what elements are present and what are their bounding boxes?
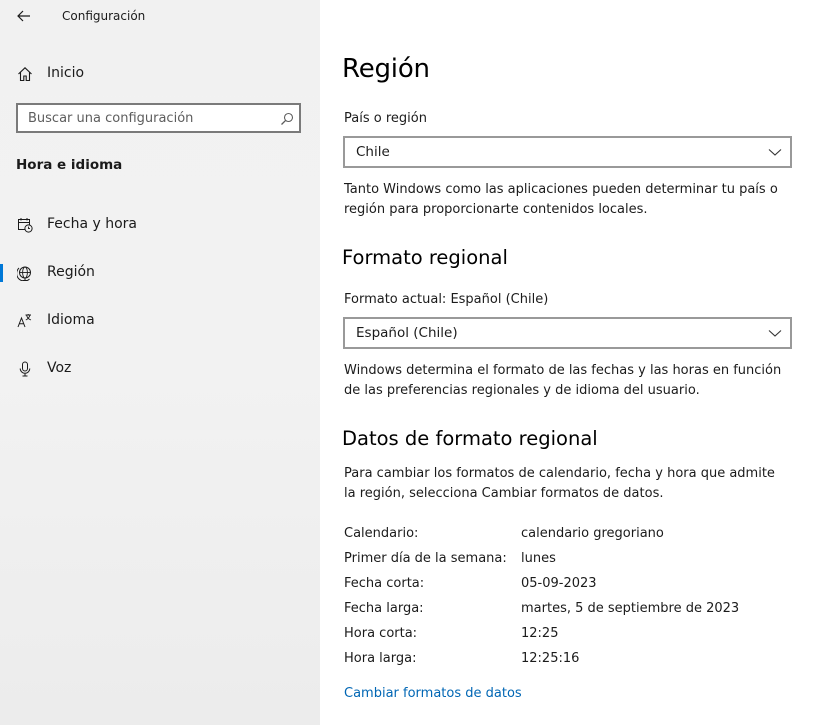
regional-format-heading: Formato regional: [342, 246, 508, 269]
format-data-value: calendario gregoriano: [521, 526, 664, 541]
country-description: Tanto Windows como las aplicaciones pued…: [344, 182, 778, 217]
sidebar-item-label: Voz: [47, 360, 72, 376]
microphone-icon: [17, 361, 33, 377]
format-data-row: Primer día de la semana: lunes: [344, 551, 804, 573]
back-button[interactable]: [10, 4, 38, 28]
format-data-key: Fecha larga:: [344, 601, 424, 616]
format-data-value: 12:25: [521, 626, 559, 641]
app-title: Configuración: [62, 9, 146, 23]
sidebar-item-fecha-y-hora[interactable]: Fecha y hora: [0, 205, 320, 245]
chevron-down-icon: [768, 330, 782, 337]
sidebar-item-label: Región: [47, 264, 95, 280]
format-data-value: 12:25:16: [521, 651, 580, 666]
sidebar-item-label: Fecha y hora: [47, 216, 138, 232]
format-data-key: Primer día de la semana:: [344, 551, 507, 566]
format-data-value: lunes: [521, 551, 556, 566]
globe-icon: [17, 265, 33, 281]
sidebar: Configuración Inicio Hora e idioma: [0, 0, 320, 725]
country-dropdown[interactable]: Chile: [343, 136, 792, 168]
search-input[interactable]: [18, 105, 278, 131]
sidebar-item-voz[interactable]: Voz: [0, 349, 320, 389]
back-arrow-icon: [17, 10, 30, 22]
country-label: País o región: [344, 111, 427, 126]
format-data-key: Calendario:: [344, 526, 419, 541]
format-data-key: Hora corta:: [344, 626, 418, 641]
change-data-formats-link[interactable]: Cambiar formatos de datos: [344, 686, 522, 701]
home-icon: [17, 66, 33, 82]
sidebar-item-idioma[interactable]: Idioma: [0, 301, 320, 341]
regional-format-dropdown[interactable]: Español (Chile): [343, 317, 792, 349]
sidebar-item-label: Idioma: [47, 312, 95, 328]
format-data-row: Calendario: calendario gregoriano: [344, 526, 804, 548]
sidebar-item-region[interactable]: Región: [0, 253, 320, 293]
format-data-heading: Datos de formato regional: [342, 427, 598, 450]
language-icon: [17, 313, 33, 329]
country-dropdown-value: Chile: [356, 144, 390, 160]
calendar-clock-icon: [17, 217, 33, 233]
current-format-label: Formato actual: Español (Chile): [344, 292, 549, 307]
page-title: Región: [342, 54, 430, 84]
chevron-down-icon: [768, 149, 782, 156]
title-bar: Configuración: [0, 0, 320, 34]
format-data-row: Fecha corta: 05-09-2023: [344, 576, 804, 598]
format-data-key: Fecha corta:: [344, 576, 425, 591]
main-content: Región País o región Chile Tanto Windows…: [320, 0, 818, 725]
nav-home[interactable]: Inicio: [0, 56, 320, 92]
format-data-key: Hora larga:: [344, 651, 417, 666]
format-data-row: Hora larga: 12:25:16: [344, 651, 804, 673]
search-icon[interactable]: [280, 111, 294, 125]
search-box: [16, 103, 301, 133]
regional-format-description: Windows determina el formato de las fech…: [344, 363, 782, 398]
format-data-row: Hora corta: 12:25: [344, 626, 804, 648]
format-data-row: Fecha larga: martes, 5 de septiembre de …: [344, 601, 804, 623]
regional-format-dropdown-value: Español (Chile): [356, 325, 458, 341]
format-data-description: Para cambiar los formatos de calendario,…: [344, 466, 775, 501]
section-heading: Hora e idioma: [16, 157, 123, 173]
format-data-value: martes, 5 de septiembre de 2023: [521, 601, 740, 616]
format-data-value: 05-09-2023: [521, 576, 597, 591]
nav-home-label: Inicio: [47, 65, 85, 81]
